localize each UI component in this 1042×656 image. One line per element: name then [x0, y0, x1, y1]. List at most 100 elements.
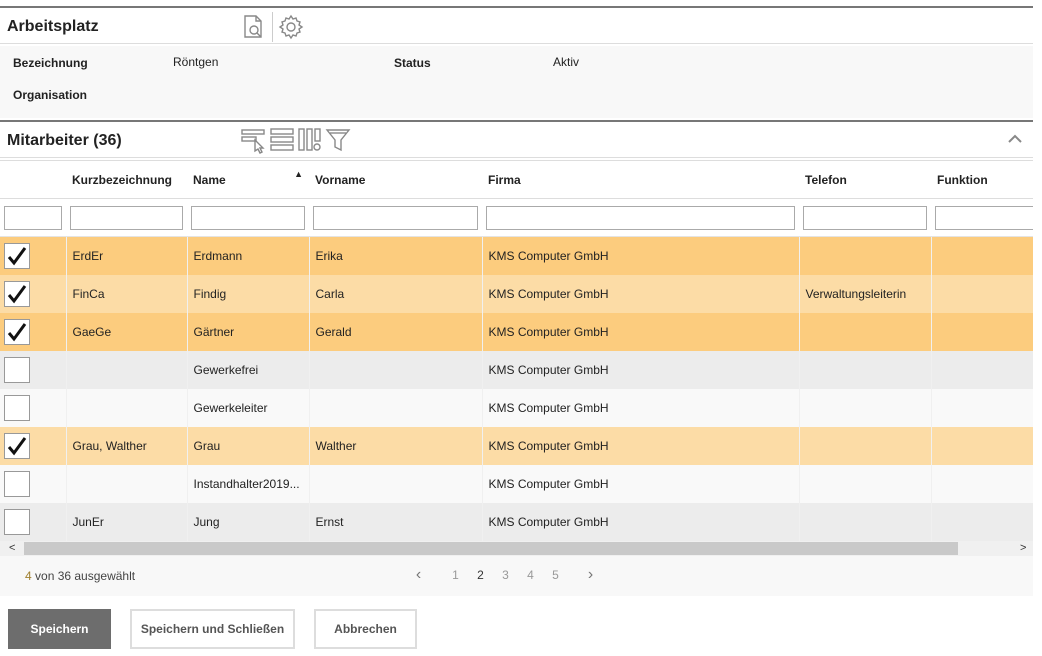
scrollbar-thumb[interactable] — [24, 542, 958, 555]
grid-footer: 4 von 36 ausgewählt ‹ 1 2 3 4 5 › — [0, 556, 1033, 596]
horizontal-scrollbar[interactable]: < > — [0, 541, 1033, 556]
column-header-vorname[interactable]: Vorname — [309, 160, 482, 199]
mitarbeiter-grid: Kurzbezeichnung Name ▲ Vorname Firma Tele… — [0, 160, 1033, 556]
row-select-cell — [0, 388, 67, 427]
cell-vorname — [309, 464, 483, 503]
list-view-icon[interactable] — [268, 126, 296, 154]
row-select-cell — [0, 350, 67, 389]
cell-name: Gewerkeleiter — [187, 388, 310, 427]
mitarbeiter-table: Kurzbezeichnung Name ▲ Vorname Firma Tele… — [0, 160, 1033, 541]
cell-firma: KMS Computer GmbH — [482, 388, 800, 427]
row-checkbox[interactable] — [4, 318, 30, 345]
cell-kurz — [66, 350, 188, 389]
filter-icon[interactable] — [324, 126, 352, 154]
cell-firma: KMS Computer GmbH — [482, 350, 800, 389]
cell-vorname: Gerald — [309, 312, 483, 351]
filter-vorname[interactable] — [313, 205, 478, 230]
pagination: ‹ 1 2 3 4 5 › — [406, 566, 603, 584]
row-checkbox[interactable] — [4, 394, 30, 421]
page-5[interactable]: 5 — [543, 568, 568, 582]
next-page-icon[interactable]: › — [578, 566, 603, 584]
select-rows-icon[interactable] — [240, 126, 268, 154]
chevron-up-icon[interactable] — [1003, 127, 1027, 151]
gear-icon[interactable] — [277, 13, 305, 41]
table-row[interactable]: Grau, Walther Grau Walther KMS Computer Gmb… — [0, 426, 1033, 465]
cell-name: Findig — [187, 274, 310, 313]
header-row: Kurzbezeichnung Name ▲ Vorname Firma Tele… — [0, 160, 1033, 199]
checkmark-icon — [7, 246, 27, 266]
cell-firma: KMS Computer GmbH — [482, 426, 800, 465]
cell-telefon — [799, 236, 932, 275]
status-value: Aktiv — [553, 55, 580, 69]
cell-firma: KMS Computer GmbH — [482, 464, 800, 503]
row-select-cell — [0, 502, 67, 541]
bezeichnung-value: Röntgen — [173, 55, 219, 69]
filter-telefon[interactable] — [803, 205, 927, 230]
bezeichnung-label: Bezeichnung — [13, 56, 88, 70]
cell-firma: KMS Computer GmbH — [482, 236, 800, 275]
cell-funktion — [931, 236, 1033, 275]
table-row[interactable]: GaeGe Gärtner Gerald KMS Computer GmbH — [0, 312, 1033, 351]
cell-kurz: ErdEr — [66, 236, 188, 275]
save-close-button[interactable]: Speichern und Schließen — [130, 609, 295, 649]
cell-kurz: GaeGe — [66, 312, 188, 351]
filter-row — [0, 198, 1033, 237]
table-row[interactable]: JunEr Jung Ernst KMS Computer GmbH — [0, 502, 1033, 541]
row-checkbox[interactable] — [4, 242, 30, 269]
row-checkbox[interactable] — [4, 508, 30, 535]
prev-page-icon[interactable]: ‹ — [406, 566, 431, 584]
divider — [272, 12, 273, 42]
row-checkbox[interactable] — [4, 432, 30, 459]
filter-funktion[interactable] — [935, 205, 1033, 230]
row-checkbox[interactable] — [4, 356, 30, 383]
cell-funktion — [931, 426, 1033, 465]
save-button[interactable]: Speichern — [8, 609, 111, 649]
table-row[interactable]: FinCa Findig Carla KMS Computer GmbH Verwalt… — [0, 274, 1033, 313]
scroll-right-icon[interactable]: > — [1020, 541, 1026, 556]
cancel-button[interactable]: Abbrechen — [314, 609, 417, 649]
cell-name: Erdmann — [187, 236, 310, 275]
filter-kurzbezeichnung[interactable] — [70, 205, 183, 230]
mitarbeiter-header: Mitarbeiter (36) — [0, 120, 1033, 158]
row-checkbox[interactable] — [4, 280, 30, 307]
document-search-icon[interactable] — [240, 13, 268, 41]
table-row[interactable]: Instandhalter2019... KMS Computer GmbH — [0, 464, 1033, 503]
page-1[interactable]: 1 — [443, 568, 468, 582]
cell-telefon — [799, 464, 932, 503]
cell-vorname: Ernst — [309, 502, 483, 541]
cell-name: Jung — [187, 502, 310, 541]
column-header-name[interactable]: Name ▲ — [187, 160, 309, 199]
cell-vorname: Carla — [309, 274, 483, 313]
row-checkbox[interactable] — [4, 470, 30, 497]
cell-kurz — [66, 464, 188, 503]
cell-telefon — [799, 350, 932, 389]
cell-name: Instandhalter2019... — [187, 464, 310, 503]
column-header-firma[interactable]: Firma — [482, 160, 799, 199]
filter-name[interactable] — [191, 205, 305, 230]
column-settings-icon[interactable] — [296, 126, 324, 154]
cell-funktion — [931, 350, 1033, 389]
row-select-cell — [0, 236, 67, 275]
cell-vorname: Erika — [309, 236, 483, 275]
arbeitsplatz-details: Bezeichnung Röntgen Status Aktiv Organis… — [0, 46, 1033, 118]
filter-select[interactable] — [4, 205, 62, 230]
table-row[interactable]: Gewerkeleiter KMS Computer GmbH — [0, 388, 1033, 427]
cell-telefon — [799, 388, 932, 427]
cell-telefon — [799, 426, 932, 465]
arbeitsplatz-header: Arbeitsplatz — [0, 6, 1033, 44]
column-header-kurzbezeichnung[interactable]: Kurzbezeichnung — [66, 160, 187, 199]
cell-funktion — [931, 312, 1033, 351]
table-row[interactable]: Gewerkefrei KMS Computer GmbH — [0, 350, 1033, 389]
column-header-telefon[interactable]: Telefon — [799, 160, 931, 199]
scroll-left-icon[interactable]: < — [9, 541, 15, 556]
table-row[interactable]: ErdEr Erdmann Erika KMS Computer GmbH — [0, 236, 1033, 275]
sort-ascending-icon: ▲ — [294, 169, 303, 179]
filter-firma[interactable] — [486, 205, 795, 230]
column-header-select[interactable] — [0, 160, 66, 199]
page-4[interactable]: 4 — [518, 568, 543, 582]
cell-telefon: Verwaltungsleiterin — [799, 274, 932, 313]
column-header-funktion[interactable]: Funktion — [931, 160, 1033, 199]
page-3[interactable]: 3 — [493, 568, 518, 582]
cell-firma: KMS Computer GmbH — [482, 312, 800, 351]
page-2[interactable]: 2 — [468, 568, 493, 582]
